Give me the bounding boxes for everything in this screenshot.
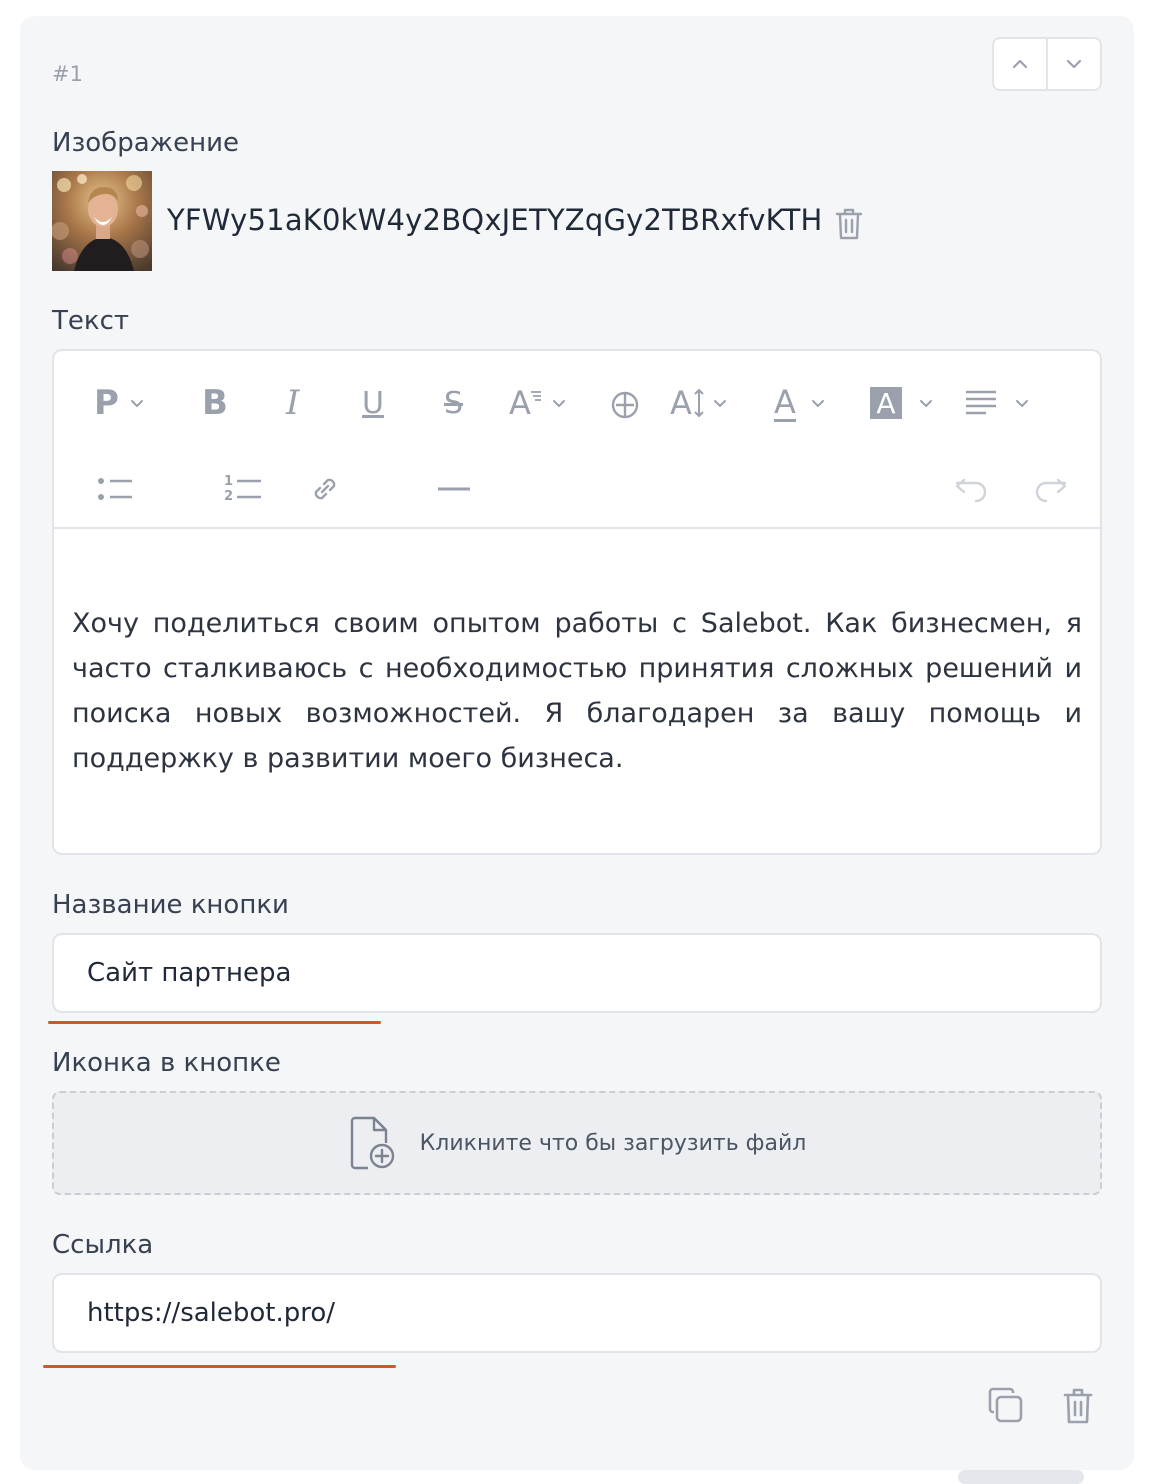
chevron-up-icon <box>1012 59 1028 69</box>
icon-upload-dropzone[interactable]: Кликните что бы загрузить файл <box>52 1091 1102 1195</box>
trash-icon <box>1063 1388 1093 1424</box>
italic-button[interactable]: I <box>286 383 299 423</box>
file-add-icon <box>350 1116 394 1170</box>
link-label: Ссылка <box>52 1230 154 1260</box>
font-family-button[interactable] <box>610 385 640 425</box>
horizontal-rule-icon <box>438 487 470 491</box>
rich-text-editor: P B I U S A A A A 1 2 Хочу поделиться св… <box>52 349 1102 855</box>
chevron-down-icon <box>920 400 932 408</box>
image-label: Изображение <box>52 128 239 158</box>
font-size-lines-icon <box>530 391 541 401</box>
background-color-dropdown[interactable]: A <box>870 383 936 423</box>
ordered-lines-icon <box>237 479 262 499</box>
image-filename: YFWy51aK0kW4y2BQxJETYZqGy2TBRxfvKTH <box>167 203 823 237</box>
globe-icon <box>611 391 639 419</box>
link-icon <box>314 478 336 500</box>
chevron-down-icon <box>552 400 565 408</box>
bold-button[interactable]: B <box>202 383 228 423</box>
item-index: #1 <box>52 62 83 86</box>
align-justify-icon <box>966 390 996 415</box>
move-up-button[interactable] <box>994 39 1046 89</box>
vertical-arrows-icon <box>694 388 704 418</box>
chevron-down-icon <box>130 400 143 408</box>
move-down-button[interactable] <box>1046 39 1100 89</box>
delete-image-button[interactable] <box>832 205 866 243</box>
align-dropdown[interactable] <box>964 383 1032 423</box>
undo-button[interactable] <box>954 469 990 509</box>
button-name-input[interactable]: Сайт партнера <box>52 933 1102 1013</box>
annotation-underline <box>43 1365 396 1368</box>
button-icon-label: Иконка в кнопке <box>52 1048 281 1078</box>
redo-button[interactable] <box>1032 469 1068 509</box>
next-card-edge <box>958 1470 1084 1484</box>
bullet-list-icon <box>98 478 132 500</box>
bullet-list-button[interactable] <box>96 469 134 509</box>
horizontal-rule-button[interactable] <box>436 469 472 509</box>
font-size-dropdown[interactable]: A <box>509 383 569 423</box>
text-color-dropdown[interactable]: A <box>774 383 828 423</box>
text-color-label: A <box>774 382 796 422</box>
insert-link-button[interactable] <box>308 469 342 509</box>
button-name-label: Название кнопки <box>52 890 289 920</box>
toolbar-divider <box>54 527 1100 529</box>
annotation-underline <box>48 1021 381 1024</box>
font-size-label: A <box>509 384 531 422</box>
upload-hint: Кликните что бы загрузить файл <box>419 1130 807 1156</box>
underline-button[interactable]: U <box>362 383 384 423</box>
ordered-list-button[interactable]: 1 2 <box>224 469 263 509</box>
redo-icon <box>1035 478 1067 503</box>
copy-icon <box>988 1387 1023 1423</box>
strike-label: S <box>444 385 464 421</box>
reorder-controls <box>992 37 1102 91</box>
paragraph-label: P <box>94 383 119 423</box>
ordered-number-1: 1 <box>224 474 234 489</box>
paragraph-format-dropdown[interactable]: P <box>94 383 147 423</box>
chevron-down-icon <box>1016 400 1028 408</box>
chevron-down-icon <box>713 400 726 408</box>
strikethrough-button[interactable]: S <box>444 383 463 423</box>
italic-label: I <box>286 383 300 423</box>
bg-color-label: A <box>870 387 902 420</box>
delete-item-button[interactable] <box>1060 1386 1096 1426</box>
underline-label: U <box>362 385 384 421</box>
trash-icon <box>835 208 863 240</box>
duplicate-item-button[interactable] <box>986 1386 1026 1426</box>
chevron-down-icon <box>811 400 824 408</box>
editor-content[interactable]: Хочу поделиться своим опытом работы с Sa… <box>72 601 1082 781</box>
chevron-down-icon <box>1066 59 1082 69</box>
ordered-number-2: 2 <box>224 489 234 504</box>
undo-icon <box>955 478 987 503</box>
line-height-label: A <box>670 384 692 422</box>
link-input[interactable]: https://salebot.pro/ <box>52 1273 1102 1353</box>
bold-label: B <box>202 383 228 423</box>
image-thumbnail[interactable] <box>52 171 152 271</box>
line-height-dropdown[interactable]: A <box>670 383 730 423</box>
text-label: Текст <box>52 306 130 336</box>
ordered-list-icon: 1 2 <box>224 474 233 504</box>
